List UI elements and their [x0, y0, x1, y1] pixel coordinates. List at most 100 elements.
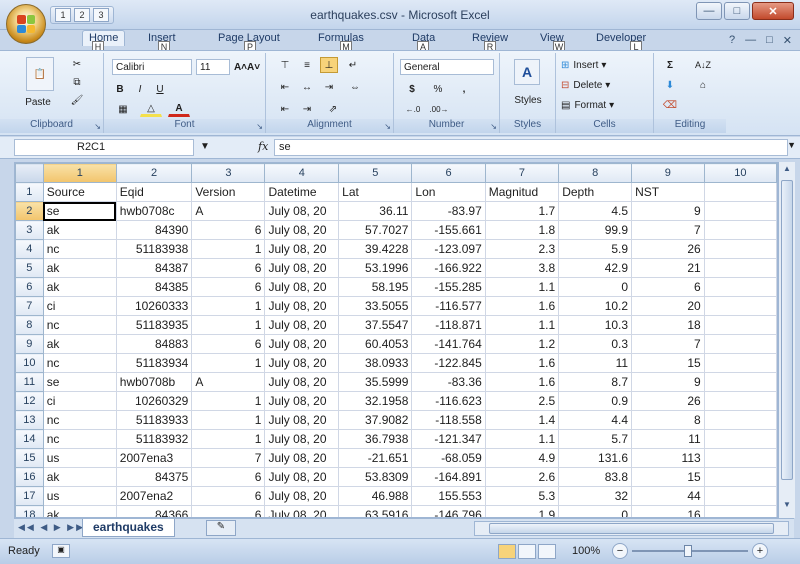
column-header[interactable]: 3 — [191, 163, 266, 183]
page-layout-view-icon[interactable] — [518, 544, 536, 559]
dialog-launcher-icon[interactable]: ↘ — [94, 122, 101, 131]
cell[interactable]: 7 — [191, 448, 266, 468]
cell[interactable]: 51183938 — [115, 239, 193, 259]
cell[interactable]: 32.1958 — [338, 391, 413, 411]
insert-function-icon[interactable]: fx — [258, 140, 268, 153]
cell[interactable]: Depth — [558, 182, 633, 202]
cell[interactable]: 38.0933 — [338, 353, 413, 373]
row-header[interactable]: 8 — [15, 315, 44, 335]
cell[interactable]: 1 — [191, 429, 266, 449]
cell[interactable]: 1.1 — [484, 277, 560, 297]
row-header[interactable]: 6 — [15, 277, 44, 297]
cell[interactable]: 8 — [631, 410, 705, 430]
cell[interactable]: 42.9 — [558, 258, 633, 278]
row-header[interactable]: 10 — [15, 353, 44, 373]
row-header[interactable]: 13 — [15, 410, 44, 430]
cell[interactable]: 39.4228 — [338, 239, 413, 259]
cell[interactable]: 44 — [631, 486, 705, 506]
cut-icon[interactable]: ✂ — [68, 57, 86, 71]
fill-icon[interactable]: ⬇ — [658, 77, 682, 93]
cell[interactable]: us — [42, 448, 117, 468]
name-box[interactable]: R2C1 — [14, 139, 194, 156]
cell[interactable]: July 08, 20 — [264, 410, 340, 430]
cell[interactable]: 10260333 — [115, 296, 193, 316]
align-center-icon[interactable]: ↔ — [298, 79, 316, 95]
italic-button[interactable]: I — [132, 81, 148, 97]
worksheet-grid[interactable]: 1 2 3 4 5 6 7 8 9 10 1 Source Eqid Version Datetime La… — [14, 162, 778, 518]
cell[interactable]: 1 — [191, 296, 266, 316]
number-format-select[interactable]: General — [400, 59, 494, 75]
office-button[interactable] — [6, 4, 46, 44]
font-color-icon[interactable]: A — [168, 101, 190, 117]
cell[interactable]: 9 — [631, 201, 705, 221]
cell[interactable]: ak — [42, 277, 117, 297]
cell[interactable]: -118.558 — [411, 410, 486, 430]
cell[interactable]: nc — [42, 429, 117, 449]
merge-center-icon[interactable]: ⇔ — [344, 79, 366, 95]
format-painter-icon[interactable]: 🖌 — [68, 93, 86, 107]
cell[interactable]: 6 — [191, 277, 266, 297]
zoom-out-icon[interactable]: − — [612, 543, 628, 559]
cell[interactable]: 131.6 — [558, 448, 633, 468]
cell[interactable]: July 08, 20 — [264, 239, 340, 259]
help-icon[interactable]: ? — [729, 34, 735, 47]
cell[interactable]: hwb0708c — [115, 201, 193, 221]
cell[interactable]: 20 — [631, 296, 705, 316]
find-select-icon[interactable]: ⌂ — [686, 77, 720, 93]
cell[interactable]: July 08, 20 — [264, 467, 340, 487]
restore-button[interactable]: □ — [724, 2, 750, 20]
vertical-scrollbar[interactable]: ▲ ▼ — [778, 162, 795, 518]
cell[interactable]: 33.5055 — [338, 296, 413, 316]
cell[interactable]: 32 — [558, 486, 633, 506]
cell[interactable] — [703, 410, 777, 430]
cell[interactable]: -146.796 — [411, 505, 486, 517]
comma-button[interactable]: , — [454, 81, 474, 97]
cell[interactable]: July 08, 20 — [264, 258, 340, 278]
cell[interactable]: 37.5547 — [338, 315, 413, 335]
cell[interactable]: 5.7 — [558, 429, 633, 449]
cell[interactable]: 6 — [191, 334, 266, 354]
cell[interactable]: 10.2 — [558, 296, 633, 316]
cell[interactable]: 2.3 — [484, 239, 560, 259]
dialog-launcher-icon[interactable]: ↘ — [384, 122, 391, 131]
cell[interactable]: -122.845 — [411, 353, 486, 373]
cell[interactable]: 37.9082 — [338, 410, 413, 430]
cell[interactable]: July 08, 20 — [264, 486, 340, 506]
cell[interactable]: 6 — [191, 467, 266, 487]
insert-sheet-icon[interactable]: ✎ — [206, 520, 236, 536]
align-left-icon[interactable]: ⇤ — [276, 79, 294, 95]
cell[interactable]: ak — [42, 467, 117, 487]
cell[interactable]: 53.8309 — [338, 467, 413, 487]
cell[interactable]: 1 — [191, 239, 266, 259]
cell[interactable]: 0 — [558, 505, 633, 517]
cell[interactable]: 10260329 — [115, 391, 193, 411]
cell[interactable]: -155.661 — [411, 220, 486, 240]
cell[interactable]: ak — [42, 220, 117, 240]
cell[interactable]: Datetime — [264, 182, 340, 202]
percent-button[interactable]: % — [428, 81, 448, 97]
cell[interactable]: Eqid — [115, 182, 193, 202]
cell[interactable]: 1.6 — [484, 372, 560, 392]
cell[interactable]: -141.764 — [411, 334, 486, 354]
zoom-level[interactable]: 100% — [572, 545, 600, 557]
cell[interactable]: July 08, 20 — [264, 429, 340, 449]
decrease-decimal-icon[interactable]: .00→ — [428, 101, 450, 117]
row-header[interactable]: 17 — [15, 486, 44, 506]
cell[interactable]: 26 — [631, 239, 705, 259]
cell[interactable]: 6 — [191, 486, 266, 506]
select-all-corner[interactable] — [15, 163, 44, 183]
row-header[interactable]: 1 — [15, 182, 44, 202]
cell[interactable]: 1.4 — [484, 410, 560, 430]
cell[interactable]: se — [42, 372, 117, 392]
cell[interactable]: 1 — [191, 410, 266, 430]
cell[interactable]: 84387 — [115, 258, 193, 278]
bold-button[interactable]: B — [112, 81, 128, 97]
row-header[interactable]: 5 — [15, 258, 44, 278]
cell[interactable]: hwb0708b — [115, 372, 193, 392]
cell[interactable] — [703, 429, 777, 449]
row-header[interactable]: 15 — [15, 448, 44, 468]
ribbon-close-icon[interactable]: ✕ — [783, 34, 792, 47]
cell[interactable]: 0 — [558, 277, 633, 297]
cell[interactable]: July 08, 20 — [264, 277, 340, 297]
cell[interactable]: Source — [42, 182, 117, 202]
